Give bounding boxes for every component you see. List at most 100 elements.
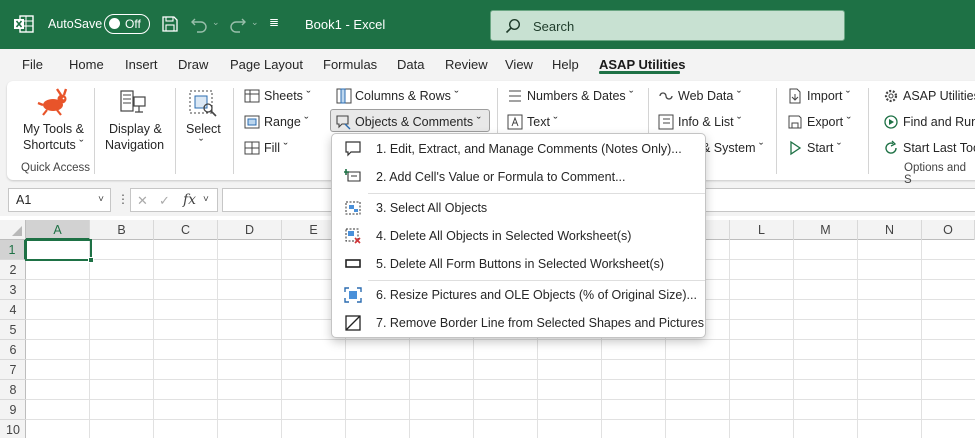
display-navigation-icon[interactable] [119, 89, 147, 115]
menu-item-add-value-to-comment[interactable]: 2. Add Cell's Value or Formula to Commen… [332, 163, 705, 191]
text-icon [507, 114, 523, 130]
insert-function-icon[interactable]: fx [183, 192, 196, 208]
objects-comments-dropdown-menu: 1. Edit, Extract, and Manage Comments (N… [331, 133, 706, 338]
menu-item-label: 1. Edit, Extract, and Manage Comments (N… [376, 142, 682, 156]
resize-icon [344, 287, 362, 303]
column-header-o[interactable]: O [922, 220, 975, 240]
columns-rows-icon [336, 88, 352, 104]
row-header-9[interactable]: 9 [0, 400, 26, 420]
tab-home[interactable]: Home [69, 57, 104, 72]
search-placeholder: Search [533, 19, 575, 34]
text-menu-button[interactable]: Text ˇ [527, 115, 558, 129]
fill-handle[interactable] [88, 257, 94, 263]
tab-review[interactable]: Review [445, 57, 488, 72]
select-button[interactable]: Select [186, 122, 221, 136]
rabbit-icon[interactable] [37, 88, 71, 116]
system-menu-button[interactable]: & System ˇ [702, 141, 763, 155]
select-dropdown-icon[interactable]: ˇ [199, 137, 203, 151]
shortcuts-label[interactable]: Shortcuts ˇ [23, 138, 83, 152]
more-options-icon[interactable]: ⋮ [117, 192, 129, 206]
chevron-down-icon[interactable]: ˅ [203, 194, 209, 205]
search-input[interactable]: Search [490, 10, 845, 41]
redo-dropdown-icon[interactable]: ⌄ [251, 17, 259, 28]
menu-item-label: 3. Select All Objects [376, 201, 488, 215]
asap-utilities-options-button[interactable]: ASAP Utilities [903, 89, 975, 103]
name-box-value: A1 [16, 193, 32, 207]
name-box[interactable]: A1 ˅ [8, 188, 111, 212]
tab-page-layout[interactable]: Page Layout [230, 57, 303, 72]
sheets-menu-button[interactable]: Sheets ˇ [264, 89, 311, 103]
select-objects-icon [345, 201, 361, 215]
menu-item-remove-border-line[interactable]: 7. Remove Border Line from Selected Shap… [332, 309, 705, 337]
column-header-c[interactable]: C [154, 220, 218, 240]
row-header-6[interactable]: 6 [0, 340, 26, 360]
column-header-b[interactable]: B [90, 220, 154, 240]
tab-help[interactable]: Help [552, 57, 579, 72]
chevron-down-icon[interactable]: ˅ [98, 194, 104, 205]
menu-item-edit-comments[interactable]: 1. Edit, Extract, and Manage Comments (N… [332, 135, 705, 163]
customize-quick-access-icon[interactable]: ≣ [269, 15, 279, 29]
row-header-8[interactable]: 8 [0, 380, 26, 400]
ribbon-separator [776, 88, 777, 174]
objects-comments-label[interactable]: Objects & Comments ˇ [355, 115, 481, 129]
fill-menu-button[interactable]: Fill ˇ [264, 141, 288, 155]
row-header-7[interactable]: 7 [0, 360, 26, 380]
save-icon[interactable] [161, 15, 179, 33]
row-headers: 1 2 3 4 5 6 7 8 9 10 [0, 240, 26, 438]
menu-item-delete-form-buttons[interactable]: 5. Delete All Form Buttons in Selected W… [332, 250, 705, 278]
my-tools-button[interactable]: My Tools & [23, 122, 84, 136]
tab-asap-utilities[interactable]: ASAP Utilities [599, 57, 685, 72]
autosave-state: Off [125, 17, 141, 31]
cancel-icon[interactable]: ✕ [137, 193, 148, 209]
column-header-l[interactable]: L [730, 220, 794, 240]
autosave-toggle-knob [109, 18, 120, 29]
row-header-4[interactable]: 4 [0, 300, 26, 320]
find-and-run-button[interactable]: Find and Run [903, 115, 975, 129]
gear-icon [884, 89, 898, 103]
column-header-d[interactable]: D [218, 220, 282, 240]
start-last-tool-button[interactable]: Start Last Too [903, 141, 975, 155]
row-header-3[interactable]: 3 [0, 280, 26, 300]
row-header-1[interactable]: 1 [0, 240, 26, 260]
ribbon-separator [94, 88, 95, 174]
menu-item-label: 2. Add Cell's Value or Formula to Commen… [376, 170, 626, 184]
fill-icon [244, 141, 260, 155]
active-cell-a1[interactable] [25, 239, 92, 261]
menu-item-delete-all-objects[interactable]: 4. Delete All Objects in Selected Worksh… [332, 222, 705, 250]
tab-insert[interactable]: Insert [125, 57, 158, 72]
row-header-2[interactable]: 2 [0, 260, 26, 280]
tab-draw[interactable]: Draw [178, 57, 208, 72]
select-all-corner[interactable] [0, 220, 26, 240]
column-header-a[interactable]: A [26, 220, 90, 240]
web-data-menu-button[interactable]: Web Data ˇ [678, 89, 741, 103]
tab-file[interactable]: File [22, 57, 43, 72]
ribbon-tab-bar: File Home Insert Draw Page Layout Formul… [0, 49, 975, 79]
row-header-5[interactable]: 5 [0, 320, 26, 340]
tab-view[interactable]: View [505, 57, 533, 72]
export-menu-button[interactable]: Export ˇ [807, 115, 851, 129]
start-icon [790, 140, 802, 156]
sheets-icon [244, 89, 260, 103]
row-header-10[interactable]: 10 [0, 420, 26, 438]
display-navigation-button[interactable]: Display & [109, 122, 162, 136]
select-icon[interactable] [188, 89, 218, 117]
menu-item-resize-pictures[interactable]: 6. Resize Pictures and OLE Objects (% of… [332, 281, 705, 309]
undo-icon[interactable] [190, 15, 208, 33]
active-tab-indicator [599, 71, 680, 74]
redo-icon[interactable] [229, 15, 247, 33]
column-header-n[interactable]: N [858, 220, 922, 240]
columns-rows-menu-button[interactable]: Columns & Rows ˇ [355, 89, 459, 103]
range-menu-button[interactable]: Range ˇ [264, 115, 308, 129]
autosave-toggle[interactable]: Off [104, 14, 150, 34]
menu-item-select-all-objects[interactable]: 3. Select All Objects [332, 194, 705, 222]
start-menu-button[interactable]: Start ˇ [807, 141, 841, 155]
tab-formulas[interactable]: Formulas [323, 57, 377, 72]
undo-dropdown-icon[interactable]: ⌄ [212, 17, 220, 28]
numbers-dates-menu-button[interactable]: Numbers & Dates ˇ [527, 89, 633, 103]
info-list-menu-button[interactable]: Info & List ˇ [678, 115, 741, 129]
enter-icon[interactable]: ✓ [159, 193, 170, 209]
import-menu-button[interactable]: Import ˇ [807, 89, 850, 103]
column-header-m[interactable]: M [794, 220, 858, 240]
tab-data[interactable]: Data [397, 57, 424, 72]
remove-border-icon [345, 315, 361, 331]
